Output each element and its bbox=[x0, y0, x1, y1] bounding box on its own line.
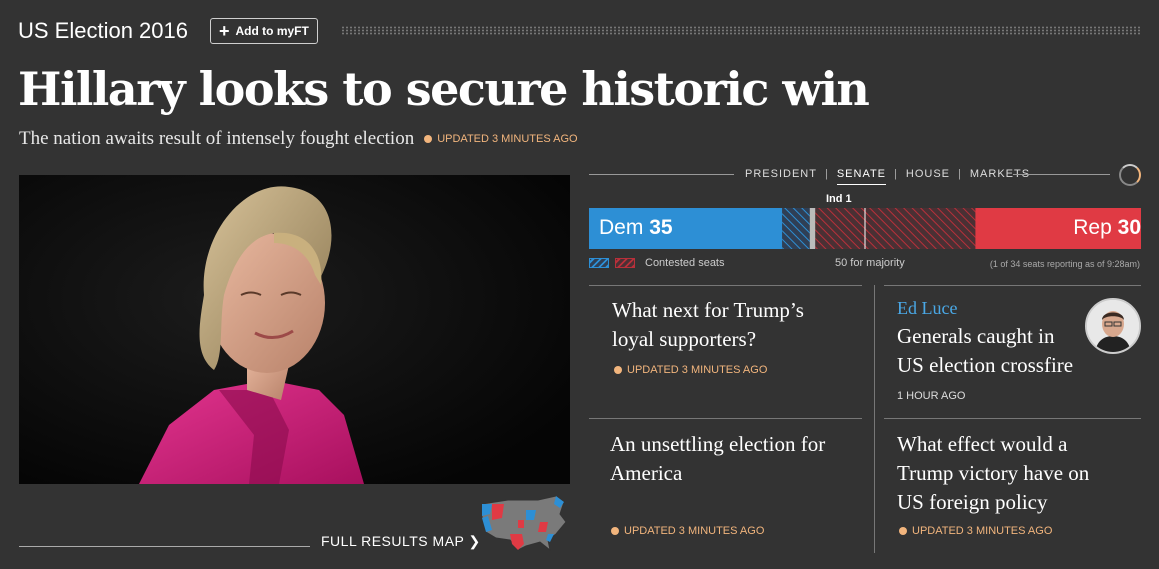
story-headline-line: Generals caught in bbox=[897, 324, 1055, 348]
tabs-divider-left bbox=[589, 174, 734, 175]
author-avatar[interactable] bbox=[1085, 298, 1141, 354]
status-dot-icon bbox=[424, 135, 433, 143]
add-to-myft-label: Add to myFT bbox=[235, 24, 309, 38]
tab-markets[interactable]: MARKETS bbox=[970, 168, 1030, 185]
hero-photo[interactable] bbox=[19, 175, 570, 484]
dotted-divider bbox=[341, 26, 1141, 35]
dem-contested-segment bbox=[782, 208, 810, 249]
status-dot-icon bbox=[899, 527, 907, 535]
dem-party-name: Dem bbox=[599, 216, 644, 239]
tab-separator: | bbox=[824, 168, 829, 180]
story-timestamp: 1 HOUR AGO bbox=[897, 390, 965, 402]
story-timestamp-text: 1 HOUR AGO bbox=[897, 390, 966, 402]
story-divider bbox=[589, 418, 862, 419]
story-divider bbox=[884, 285, 1141, 286]
avatar-photo bbox=[1087, 300, 1139, 352]
status-dot-icon bbox=[614, 366, 622, 374]
story-divider bbox=[884, 418, 1141, 419]
legend-contested-label: Contested seats bbox=[645, 257, 725, 269]
rep-contested-segment bbox=[815, 208, 976, 249]
story-headline-line: An unsettling election for bbox=[610, 432, 826, 456]
dem-seat-label: Dem 35 bbox=[599, 216, 673, 240]
story-headline[interactable]: Generals caught in US election crossfire bbox=[897, 322, 1073, 380]
story-headline-line: US foreign policy bbox=[897, 490, 1048, 514]
story-headline-line: What next for Trump’s bbox=[612, 298, 804, 322]
rep-seat-label: Rep 30 bbox=[1073, 216, 1141, 240]
results-tabs: PRESIDENT | SENATE | HOUSE | MARKETS bbox=[745, 168, 1030, 185]
story-timestamp: UPDATED 3 MINUTES AGO bbox=[614, 364, 767, 376]
story-headline-line: loyal supporters? bbox=[612, 327, 757, 351]
story-timestamp-text: UPDATED 3 MINUTES AGO bbox=[912, 525, 1053, 537]
story-timestamp: UPDATED 3 MINUTES AGO bbox=[899, 525, 1052, 537]
updated-text: UPDATED 3 MINUTES AGO bbox=[437, 133, 578, 145]
dem-seat-count: 35 bbox=[649, 216, 673, 239]
story-timestamp: UPDATED 3 MINUTES AGO bbox=[611, 525, 764, 537]
portrait-illustration bbox=[19, 175, 570, 484]
rep-party-name: Rep bbox=[1073, 216, 1112, 239]
us-map-icon[interactable] bbox=[478, 494, 570, 552]
story-headline[interactable]: An unsettling election for America bbox=[610, 430, 825, 488]
section-title[interactable]: US Election 2016 bbox=[18, 18, 188, 44]
map-link-divider bbox=[19, 546, 310, 547]
rep-seat-count: 30 bbox=[1117, 216, 1141, 239]
story-headline-line: US election crossfire bbox=[897, 353, 1074, 377]
reporting-note: (1 of 34 seats reporting as of 9:28am) bbox=[989, 259, 1140, 269]
ind-seats-segment bbox=[809, 208, 816, 249]
author-byline[interactable]: Ed Luce bbox=[897, 298, 957, 319]
status-dot-icon bbox=[611, 527, 619, 535]
contested-rep-swatch-icon bbox=[615, 258, 635, 268]
story-headline[interactable]: What next for Trump’s loyal supporters? bbox=[612, 296, 804, 354]
tabs-divider-right bbox=[1013, 174, 1110, 175]
tab-senate[interactable]: SENATE bbox=[836, 168, 887, 185]
story-headline-line: America bbox=[610, 461, 683, 485]
tab-president[interactable]: PRESIDENT bbox=[745, 168, 817, 185]
updated-timestamp: UPDATED 3 MINUTES AGO bbox=[424, 133, 578, 145]
tab-separator: | bbox=[958, 168, 962, 180]
story-timestamp-text: UPDATED 3 MINUTES AGO bbox=[624, 525, 765, 537]
seat-legend: Contested seats bbox=[589, 257, 725, 269]
story-headline[interactable]: What effect would a Trump victory have o… bbox=[897, 430, 1089, 517]
standfirst-text: The nation awaits result of intensely fo… bbox=[19, 128, 415, 149]
story-timestamp-text: UPDATED 3 MINUTES AGO bbox=[627, 364, 768, 376]
story-divider bbox=[589, 285, 862, 286]
tab-house[interactable]: HOUSE bbox=[906, 168, 950, 185]
story-headline-line: What effect would a bbox=[897, 432, 1068, 456]
page-headline[interactable]: Hillary looks to secure historic win bbox=[18, 62, 870, 116]
spinner-icon bbox=[1119, 164, 1141, 186]
majority-label: 50 for majority bbox=[835, 257, 905, 269]
column-divider bbox=[874, 285, 875, 553]
ind-label: Ind 1 bbox=[826, 193, 852, 205]
contested-dem-swatch-icon bbox=[589, 258, 609, 268]
add-to-myft-button[interactable]: + Add to myFT bbox=[210, 18, 318, 44]
standfirst: The nation awaits result of intensely fo… bbox=[19, 128, 578, 150]
full-results-map-link[interactable]: FULL RESULTS MAP ❯ bbox=[321, 533, 481, 550]
story-headline-line: Trump victory have on bbox=[897, 461, 1090, 485]
topbar: US Election 2016 + Add to myFT bbox=[18, 16, 1141, 48]
plus-icon: + bbox=[219, 21, 230, 41]
tab-separator: | bbox=[894, 168, 898, 180]
